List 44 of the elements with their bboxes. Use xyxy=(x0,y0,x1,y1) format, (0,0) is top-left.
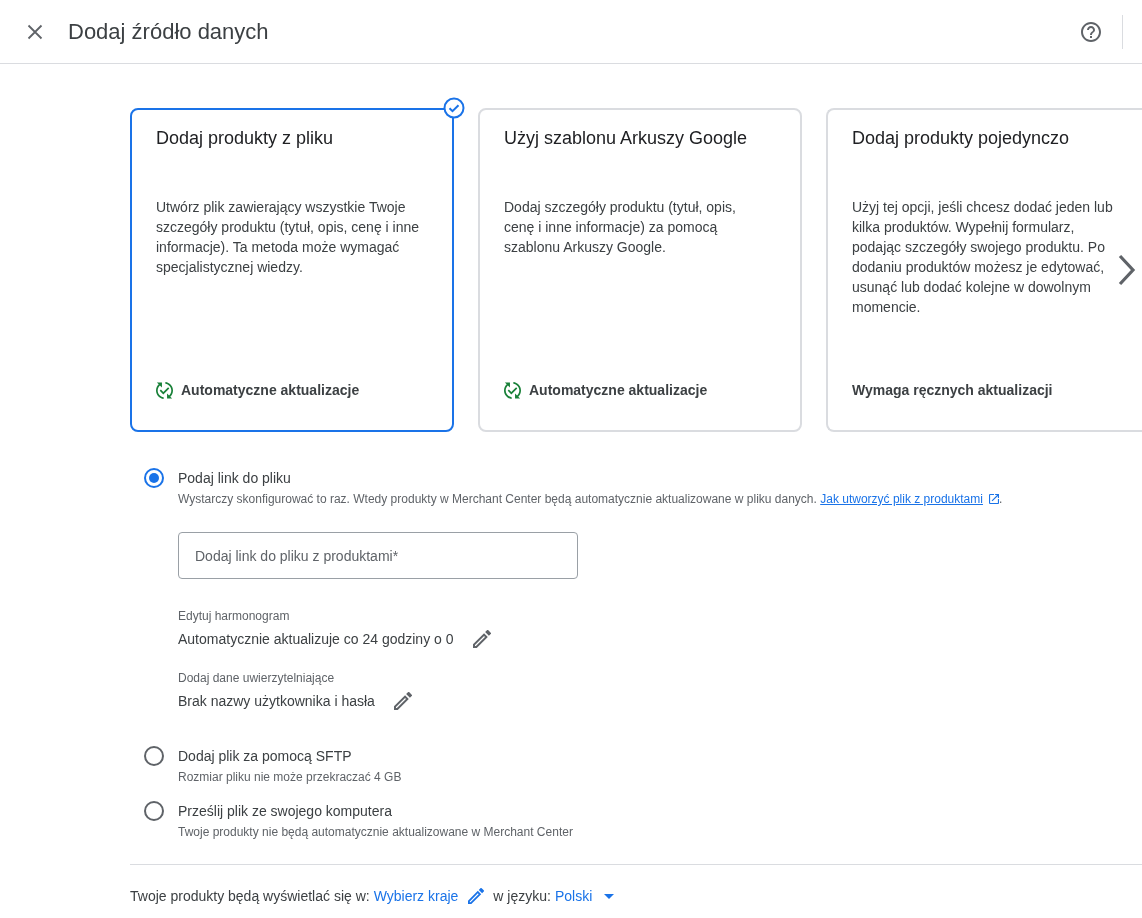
card-description: Utwórz plik zawierający wszystkie Twoje szczegóły produktu (tytuł, opis, cenę i inne informacje). Ta metoda może wymagać specjalistycznej wiedzy. xyxy=(156,198,420,277)
radio-button[interactable] xyxy=(144,468,164,488)
update-mode-label: Wymaga ręcznych aktualizacji xyxy=(852,381,1053,400)
link-input-field[interactable]: Dodaj link do pliku z produktami* xyxy=(178,532,578,579)
option-description: Twoje produkty nie będą automatycznie aktualizowane w Merchant Center xyxy=(178,824,573,840)
chevron-right-icon xyxy=(1117,253,1137,287)
card-title: Użyj szablonu Arkuszy Google xyxy=(504,127,749,150)
close-button[interactable] xyxy=(27,23,43,40)
choose-countries-link[interactable]: Wybierz kraje xyxy=(373,886,459,906)
option-card[interactable]: Użyj szablonu Arkuszy Google Dodaj szczegóły produktu (tytuł, opis, cenę i inne informacje) za pomocą szablonu Arkuszy Google. Automatyczne aktualizacje xyxy=(478,108,802,432)
update-mode-label: Automatyczne aktualizacje xyxy=(529,381,708,400)
external-link-icon xyxy=(988,494,999,504)
option-description: Rozmiar pliku nie może przekraczać 4 GB xyxy=(178,769,402,785)
close-icon xyxy=(27,23,43,40)
option-description: Wystarczy skonfigurować to raz. Wtedy produkty w Merchant Center będą automatycznie aktualizowane w pliku danych. Jak utworzyć plik z produktami . xyxy=(178,491,1003,507)
setting-value: Brak nazwy użytkownika i hasła xyxy=(178,692,375,711)
card-title: Dodaj produkty pojedynczo xyxy=(852,127,1071,150)
pencil-icon[interactable] xyxy=(468,888,485,904)
card-description: Użyj tej opcji, jeśli chcesz dodać jeden lub kilka produktów. Wypełnij formularz, podając szczegóły swojego produktu. Po dodaniu produktów możesz je edytować, usunąć lub dodać kolejne w dowolnym momencie. xyxy=(852,198,1114,317)
option-label: Dodaj plik za pomocą SFTP xyxy=(178,747,352,766)
option-label: Podaj link do pliku xyxy=(178,469,291,488)
check-circle-icon xyxy=(443,97,465,119)
setting-value: Automatycznie aktualizuje co 24 godziny o 0 xyxy=(178,630,454,649)
caret-down-icon xyxy=(604,893,615,899)
radio-button[interactable] xyxy=(144,801,164,821)
card-title: Dodaj produkty z pliku xyxy=(156,127,335,150)
help-button[interactable] xyxy=(1081,21,1101,42)
language-dropdown[interactable]: Polski xyxy=(554,886,615,906)
update-mode-label: Automatyczne aktualizacje xyxy=(181,381,360,400)
pencil-icon[interactable] xyxy=(393,692,412,710)
help-link[interactable]: Jak utworzyć plik z produktami xyxy=(820,491,999,507)
next-button[interactable] xyxy=(1117,253,1137,287)
dialog-title: Dodaj źródło danych xyxy=(68,17,269,46)
radio-button[interactable] xyxy=(144,746,164,766)
option-label: Prześlij plik ze swojego komputera xyxy=(178,802,392,821)
option-card[interactable] xyxy=(826,108,1142,432)
display-countries-label: Twoje produkty będą wyświetlać się w: xyxy=(130,887,370,906)
setting-label: Dodaj dane uwierzytelniające xyxy=(178,670,336,686)
pencil-icon[interactable] xyxy=(472,630,491,648)
language-label: w języku: xyxy=(493,887,551,906)
card-description: Dodaj szczegóły produktu (tytuł, opis, cenę i inne informacje) za pomocą szablonu Arkuszy Google. xyxy=(504,198,737,257)
option-card[interactable]: Dodaj produkty z pliku Utwórz plik zawierający wszystkie Twoje szczegóły produktu (tytuł, opis, cenę i inne informacje). Ta metoda może wymagać specjalistycznej wiedzy. Automatyczne aktualizacje xyxy=(130,108,454,432)
setting-label: Edytuj harmonogram xyxy=(178,608,291,624)
help-icon xyxy=(1081,21,1101,42)
